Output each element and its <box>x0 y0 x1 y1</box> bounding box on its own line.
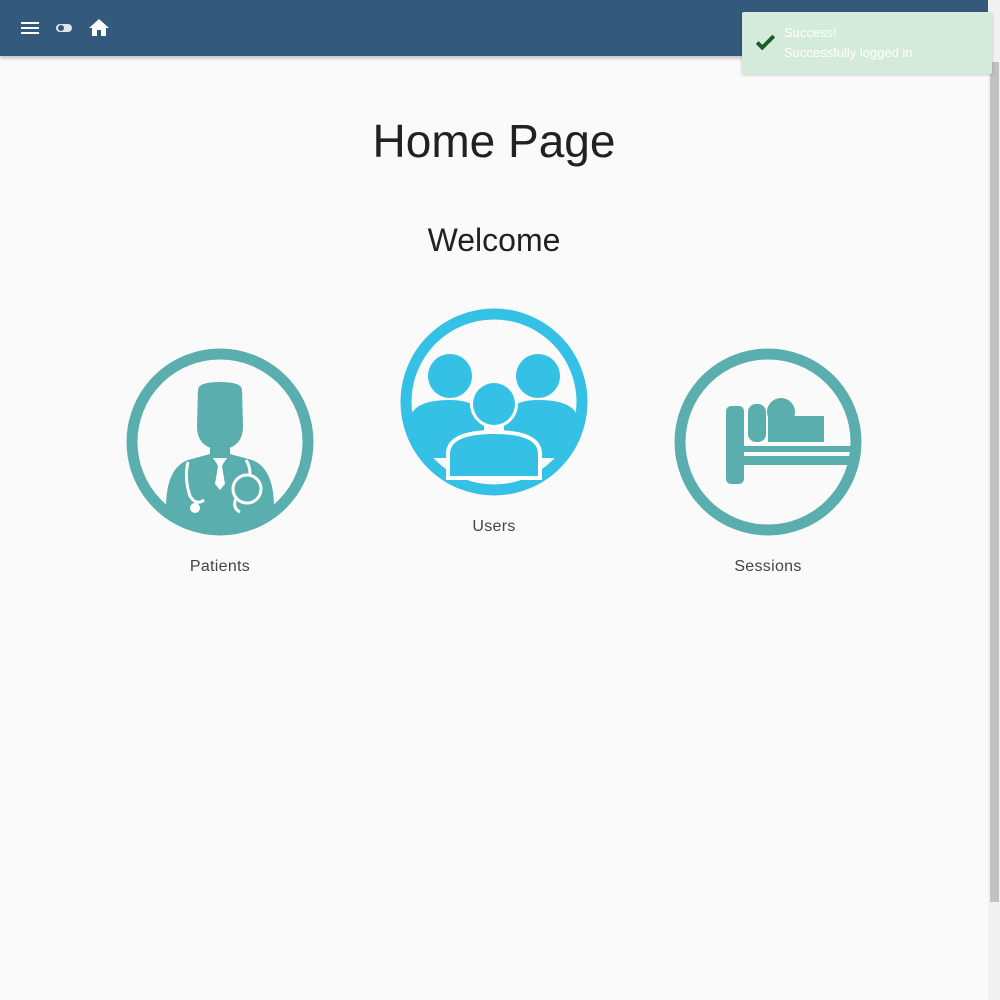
check-icon <box>755 34 776 51</box>
bed-patient-icon <box>674 348 862 536</box>
tile-patients[interactable]: Patients <box>120 348 320 576</box>
tile-label-sessions: Sessions <box>734 558 802 575</box>
users-group-icon <box>400 308 588 496</box>
toast-message: Successfully logged in <box>784 45 913 60</box>
tile-label-users: Users <box>472 518 516 535</box>
scrollbar-thumb[interactable] <box>990 62 999 902</box>
page-title: Home Page <box>372 115 616 167</box>
welcome-heading: Welcome <box>427 222 561 258</box>
success-toast[interactable]: Success! Successfully logged in <box>742 12 992 74</box>
theme-toggle-icon[interactable] <box>52 16 76 40</box>
tile-label-patients: Patients <box>189 558 251 575</box>
doctor-icon <box>126 348 314 536</box>
menu-icon[interactable] <box>18 16 42 40</box>
tile-sessions[interactable]: Sessions <box>668 348 868 576</box>
toast-title: Success! <box>784 25 837 40</box>
home-icon[interactable] <box>87 16 111 40</box>
tile-users[interactable]: Users <box>394 308 594 536</box>
